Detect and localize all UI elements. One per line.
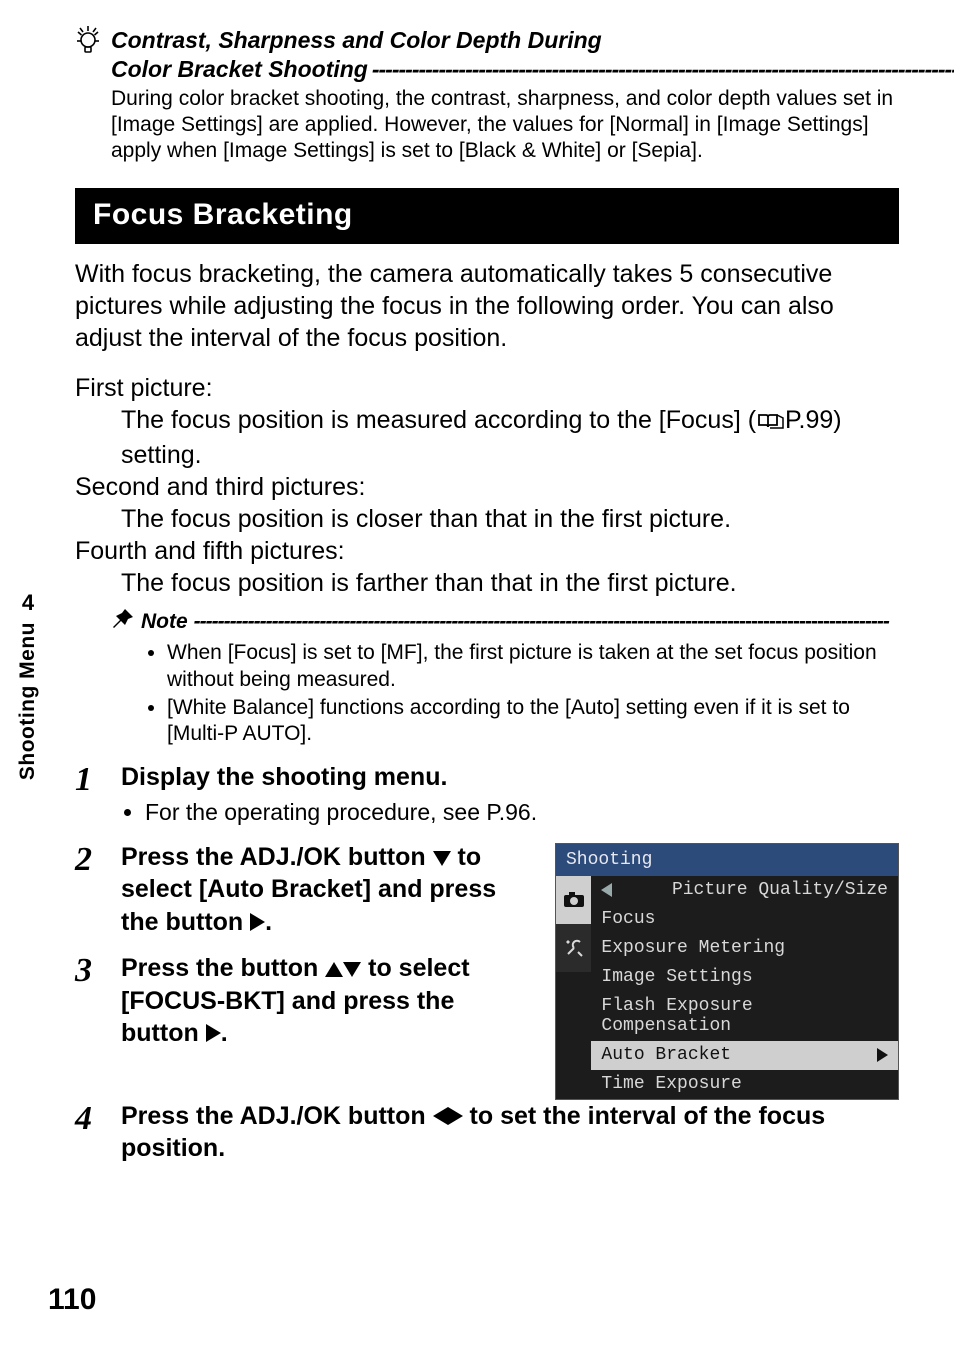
lcd-item-label: Picture Quality/Size — [672, 880, 888, 900]
note-item: [White Balance] functions according to t… — [167, 695, 899, 748]
step-4: 4 Press the ADJ./OK button to set the in… — [75, 1100, 899, 1165]
right-arrow-icon — [206, 1024, 221, 1042]
right-caret-icon — [877, 1048, 888, 1062]
step-title: Press the ADJ./OK button to set the inte… — [121, 1100, 899, 1165]
step-2: 2 Press the ADJ./OK button to select [Au… — [75, 841, 535, 939]
step-number: 3 — [75, 954, 103, 1050]
tip-title-dashes: ----------------------------------------… — [368, 55, 954, 78]
step-sub: For the operating procedure, see P.96. — [145, 798, 899, 827]
tip-title-line1: Contrast, Sharpness and Color Depth Duri… — [111, 26, 954, 55]
lcd-item-label: Auto Bracket — [601, 1045, 731, 1065]
down-arrow-icon — [343, 962, 361, 977]
second-picture-label: Second and third pictures: — [75, 471, 899, 503]
page-number: 110 — [48, 1283, 96, 1317]
lcd-item[interactable]: Focus — [591, 905, 898, 934]
note-item: When [Focus] is set to [MF], the first p… — [167, 640, 899, 693]
left-arrow-icon — [433, 1107, 448, 1125]
lcd-tabs — [556, 876, 591, 1099]
step3-text-a: Press the button — [121, 954, 325, 982]
note-block: Note -----------------------------------… — [111, 607, 899, 747]
up-arrow-icon — [325, 962, 343, 977]
step-title: Press the button to select [FOCUS-BKT] a… — [121, 952, 535, 1050]
lcd-item-label: Flash Exposure Compensation — [601, 996, 888, 1036]
note-pin-icon — [111, 607, 135, 636]
right-arrow-icon — [250, 913, 265, 931]
first-picture-body-pre: The focus position is measured according… — [121, 406, 756, 434]
step4-text-a: Press the ADJ./OK button — [121, 1102, 433, 1130]
lcd-title: Shooting — [556, 844, 898, 876]
side-tab-label: Shooting Menu — [16, 622, 40, 780]
lcd-tab-camera-icon[interactable] — [556, 876, 591, 924]
step-title: Display the shooting menu. — [121, 761, 899, 794]
fourth-picture-body: The focus position is farther than that … — [121, 567, 899, 599]
note-list: When [Focus] is set to [MF], the first p… — [111, 640, 899, 747]
note-title: Note — [141, 610, 188, 634]
lcd-item-label: Focus — [601, 909, 655, 929]
section-heading: Focus Bracketing — [75, 188, 899, 244]
step-1: 1 Display the shooting menu. For the ope… — [75, 761, 899, 826]
lcd-item-label: Exposure Metering — [601, 938, 785, 958]
right-arrow-icon — [448, 1107, 463, 1125]
left-caret-icon — [601, 883, 612, 897]
lcd-item-label: Image Settings — [601, 967, 752, 987]
fourth-picture-label: Fourth and fifth pictures: — [75, 535, 899, 567]
step-title: Press the ADJ./OK button to select [Auto… — [121, 841, 535, 939]
tip-block: Contrast, Sharpness and Color Depth Duri… — [75, 26, 899, 164]
intro-paragraph: With focus bracketing, the camera automa… — [75, 258, 899, 354]
lcd-item[interactable]: Flash Exposure Compensation — [591, 992, 898, 1041]
step2-text-a: Press the ADJ./OK button — [121, 843, 433, 871]
lcd-item[interactable]: Picture Quality/Size — [591, 876, 898, 905]
note-dashes: ----------------------------------------… — [194, 610, 899, 634]
side-tab: 4 Shooting Menu — [0, 590, 56, 780]
lcd-item[interactable]: Image Settings — [591, 963, 898, 992]
first-picture-label: First picture: — [75, 372, 899, 404]
steps: 1 Display the shooting menu. For the ope… — [75, 761, 899, 1164]
step2-text-c: . — [265, 908, 272, 936]
lcd-item[interactable]: Exposure Metering — [591, 934, 898, 963]
pictures-block: First picture: The focus position is mea… — [75, 372, 899, 599]
step-3: 3 Press the button to select [FOCUS-BKT]… — [75, 952, 535, 1050]
down-arrow-icon — [433, 851, 451, 866]
step-number: 2 — [75, 843, 103, 939]
lcd-item-selected[interactable]: Auto Bracket — [591, 1041, 898, 1070]
lcd-item[interactable]: Time Exposure — [591, 1070, 898, 1099]
lcd-menu: Shooting Picture Quality/Size Focus — [555, 843, 899, 1100]
lcd-tab-tools-icon[interactable] — [556, 924, 591, 972]
tip-title-line2: Color Bracket Shooting — [111, 55, 368, 84]
second-picture-body: The focus position is closer than that i… — [121, 503, 899, 535]
side-tab-number: 4 — [0, 590, 56, 616]
lcd-list: Picture Quality/Size Focus Exposure Mete… — [591, 876, 898, 1099]
tip-body: During color bracket shooting, the contr… — [111, 86, 899, 165]
step3-text-c: . — [221, 1019, 228, 1047]
step-number: 1 — [75, 763, 103, 826]
bulb-icon — [75, 24, 101, 59]
first-picture-body: The focus position is measured according… — [121, 404, 899, 471]
page-ref-icon — [756, 407, 784, 439]
lcd-item-label: Time Exposure — [601, 1074, 741, 1094]
step-number: 4 — [75, 1102, 103, 1165]
